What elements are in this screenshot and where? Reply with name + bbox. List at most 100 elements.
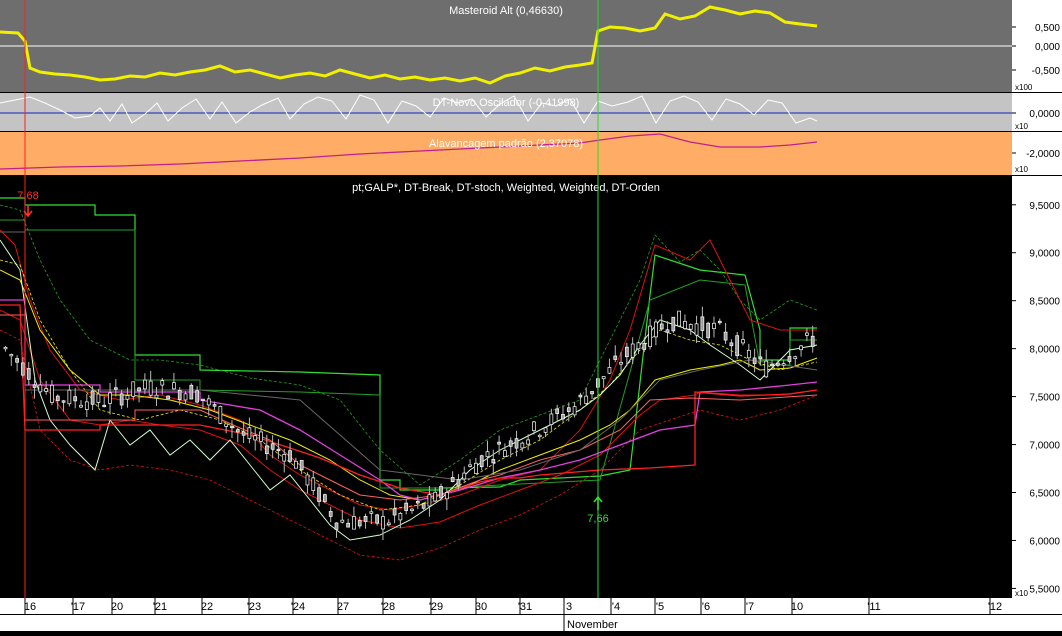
candle-body	[259, 431, 263, 442]
candle-body	[572, 406, 577, 416]
candle-body	[50, 384, 54, 403]
x-tick-label: '17	[71, 601, 85, 613]
x-tick-label: '31	[518, 601, 532, 613]
candle-body	[694, 323, 699, 336]
candle-body	[119, 393, 124, 406]
candle-body	[415, 500, 420, 504]
candle-body	[212, 404, 217, 407]
candle-body	[799, 345, 803, 351]
candle-body	[311, 477, 316, 491]
candle-body	[137, 387, 141, 392]
leverage-tick-0: -2,0000	[1026, 149, 1060, 160]
candle-body	[439, 486, 443, 499]
x-tick-label: '23	[247, 601, 261, 613]
candle-body	[462, 472, 467, 480]
candle-body	[381, 516, 385, 530]
x-tick-label: '7	[746, 601, 754, 613]
x-tick-label: '28	[381, 601, 395, 613]
candle-body	[810, 335, 815, 347]
candle-body	[340, 519, 345, 523]
candle-body	[526, 439, 530, 445]
candle-body	[230, 425, 234, 429]
candle-body	[102, 404, 107, 408]
candle-body	[288, 450, 292, 462]
x-tick-label: 27	[337, 601, 349, 613]
candle-body	[444, 492, 449, 500]
month-label: November	[567, 619, 618, 631]
x-tick-label: '5	[656, 601, 664, 613]
candle-body	[328, 511, 333, 517]
candle-body	[549, 413, 554, 425]
candle-body	[706, 322, 711, 339]
candle-body	[172, 382, 176, 390]
chart-svg: Masteroid Alt (0,46630) 0,500 0,000 -0,5…	[0, 0, 1062, 631]
masteroid-tick-2: -0,500	[1032, 66, 1061, 77]
candle-body	[346, 522, 350, 528]
candle-body	[21, 362, 25, 376]
masteroid-scale: x100	[1015, 83, 1033, 92]
candle-body	[195, 390, 199, 403]
candle-body	[201, 398, 205, 401]
candle-body	[636, 342, 641, 350]
chart-window: Masteroid Alt (0,46630) 0,500 0,000 -0,5…	[0, 0, 1062, 631]
candle-body	[758, 356, 763, 360]
y-tick-label: 8,0000	[1029, 345, 1060, 356]
candle-body	[294, 460, 298, 469]
candle-body	[241, 431, 246, 436]
y-tick-label: 9,0000	[1029, 249, 1060, 260]
candle-body	[601, 376, 606, 380]
masteroid-tick-0: 0,500	[1035, 23, 1060, 34]
candle-body	[427, 494, 432, 507]
candle-body	[671, 316, 676, 332]
candle-body	[654, 321, 658, 338]
y-tick-label: 5,5000	[1029, 584, 1060, 595]
masteroid-tick-1: 0,000	[1035, 42, 1060, 53]
candle-body	[474, 462, 478, 474]
candle-body	[32, 384, 37, 388]
x-tick-label: '4	[612, 601, 620, 613]
candle-body	[729, 342, 734, 347]
candle-body	[404, 502, 409, 511]
x-tick-label: 10	[791, 601, 803, 613]
candle-body	[270, 443, 275, 450]
y-tick-label: 6,0000	[1029, 536, 1060, 547]
candle-body	[90, 390, 95, 405]
oscillator-scale: x10	[1015, 122, 1028, 131]
candle-body	[38, 384, 43, 393]
candle-body	[67, 389, 72, 405]
leverage-scale: x10	[1015, 165, 1028, 174]
x-tick-label: '12	[988, 601, 1002, 613]
candle-body	[793, 356, 798, 360]
oscillator-title: DT-Novo Oscilador (-0,41998)	[433, 97, 580, 109]
candle-body	[723, 331, 728, 341]
candle-body	[503, 450, 507, 458]
candle-body	[433, 491, 438, 502]
y-tick-label: 7,0000	[1029, 441, 1060, 452]
candle-body	[160, 380, 165, 386]
candle-body	[735, 335, 740, 357]
candle-body	[154, 394, 159, 399]
candle-body	[218, 406, 223, 424]
y-tick-label: 6,5000	[1029, 489, 1060, 500]
candle-body	[741, 339, 745, 344]
candle-body	[352, 516, 356, 530]
y-tick-label: 7,5000	[1029, 393, 1060, 404]
candle-body	[805, 332, 809, 336]
candle-body	[177, 389, 182, 401]
candle-body	[485, 451, 490, 458]
candle-body	[375, 514, 380, 524]
candle-body	[206, 398, 211, 406]
candle-body	[630, 343, 635, 358]
candle-body	[520, 442, 525, 449]
candle-body	[566, 407, 571, 412]
x-tick-label: 3	[566, 601, 572, 613]
candle-body	[775, 362, 780, 366]
candle-body	[781, 363, 786, 366]
candle-body	[26, 368, 31, 380]
y-tick-label: 8,5000	[1029, 297, 1060, 308]
candle-body	[648, 325, 652, 347]
main-scale: x10	[1015, 589, 1028, 598]
candle-body	[166, 395, 170, 400]
candle-body	[555, 408, 560, 414]
candle-body	[514, 438, 519, 449]
